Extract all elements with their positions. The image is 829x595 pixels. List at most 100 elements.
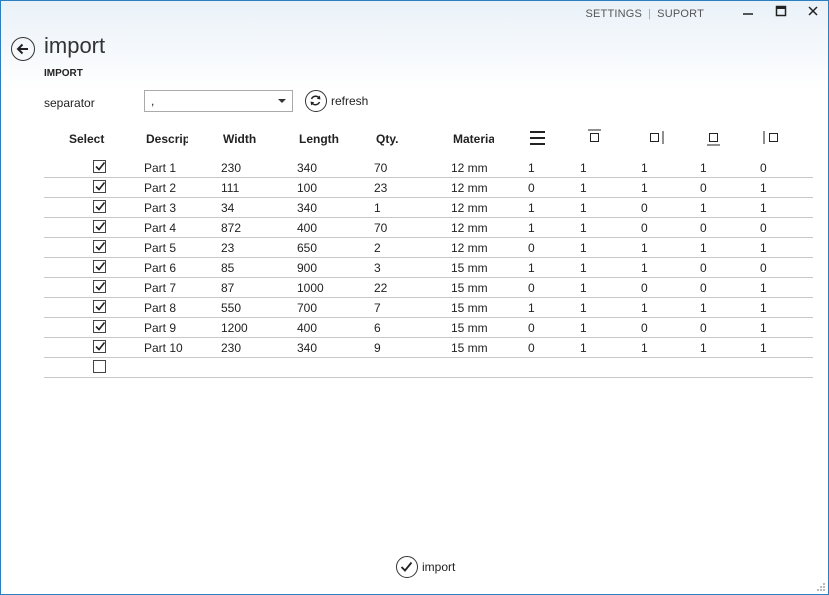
column-header-material[interactable]: Material <box>453 132 494 156</box>
cell-edge-left: 1 <box>760 241 767 255</box>
cell-edge-top: 1 <box>580 241 587 255</box>
cell-grain: 1 <box>528 161 535 175</box>
table-row[interactable]: Part 8 550 700 7 15 mm 1 1 1 1 1 <box>44 298 813 318</box>
cell-edge-left: 1 <box>760 341 767 355</box>
cell-qty: 1 <box>374 201 381 215</box>
table-row[interactable]: Part 7 87 1000 22 15 mm 0 1 0 0 1 <box>44 278 813 298</box>
separator-label: separator <box>44 96 95 110</box>
select-checkbox[interactable] <box>93 300 106 313</box>
checkmark-icon <box>95 182 106 191</box>
cell-material: 12 mm <box>451 241 488 255</box>
cell-length: 1000 <box>297 281 324 295</box>
cell-width: 550 <box>221 301 242 315</box>
cell-edge-left: 1 <box>760 321 767 335</box>
cell-grain: 0 <box>528 281 535 295</box>
select-checkbox[interactable] <box>93 280 106 293</box>
checkmark-icon <box>95 302 106 311</box>
table-row[interactable]: Part 3 34 340 1 12 mm 1 1 0 1 1 <box>44 198 813 218</box>
edge-left-icon[interactable] <box>762 127 782 151</box>
maximize-button[interactable] <box>766 5 796 25</box>
minimize-icon <box>743 13 753 15</box>
cell-grain: 1 <box>528 261 535 275</box>
cell-length: 400 <box>297 321 318 335</box>
cell-grain: 1 <box>528 221 535 235</box>
select-checkbox[interactable] <box>93 240 106 253</box>
select-checkbox[interactable] <box>93 340 106 353</box>
cell-material: 15 mm <box>451 281 488 295</box>
column-header-description[interactable]: Description <box>146 132 188 156</box>
arrow-left-icon <box>16 43 28 55</box>
cell-edge-bottom: 0 <box>700 261 707 275</box>
support-menu-link[interactable]: SUPORT <box>657 8 704 20</box>
section-title: IMPORT <box>44 68 83 79</box>
column-header-length[interactable]: Length <box>299 132 341 156</box>
cell-edge-bottom: 0 <box>700 321 707 335</box>
table-row[interactable]: Part 4 872 400 70 12 mm 1 1 0 0 0 <box>44 218 813 238</box>
select-checkbox[interactable] <box>93 260 106 273</box>
cell-material: 12 mm <box>451 201 488 215</box>
cell-description: Part 5 <box>144 241 177 255</box>
checkmark-icon <box>95 342 106 351</box>
separator-value: , <box>151 94 155 108</box>
top-menu: SETTINGS | SUPORT <box>585 8 704 20</box>
edge-top-icon[interactable] <box>587 127 603 151</box>
column-header-select[interactable]: Select <box>69 132 119 156</box>
cell-material: 15 mm <box>451 341 488 355</box>
back-button[interactable] <box>11 37 35 61</box>
cell-qty: 70 <box>374 221 388 235</box>
select-checkbox[interactable] <box>93 320 106 333</box>
cell-edge-top: 1 <box>580 221 587 235</box>
cell-grain: 0 <box>528 321 535 335</box>
cell-edge-right: 1 <box>641 261 648 275</box>
table-row[interactable]: Part 5 23 650 2 12 mm 0 1 1 1 1 <box>44 238 813 258</box>
cell-edge-left: 0 <box>760 261 767 275</box>
chevron-down-icon <box>278 99 286 103</box>
cell-edge-right: 0 <box>641 221 648 235</box>
select-checkbox[interactable] <box>93 180 106 193</box>
table-row[interactable]: Part 1 230 340 70 12 mm 1 1 1 1 0 <box>44 158 813 178</box>
select-checkbox[interactable] <box>93 160 106 173</box>
close-button[interactable] <box>798 5 828 25</box>
cell-edge-top: 1 <box>580 161 587 175</box>
table-row[interactable] <box>44 358 813 378</box>
cell-description: Part 7 <box>144 281 177 295</box>
checkmark-icon <box>95 242 106 251</box>
refresh-label: refresh <box>331 94 369 108</box>
cell-edge-bottom: 1 <box>700 201 707 215</box>
cell-length: 100 <box>297 181 318 195</box>
table-row[interactable]: Part 10 230 340 9 15 mm 0 1 1 1 1 <box>44 338 813 358</box>
cell-material: 12 mm <box>451 161 488 175</box>
cell-edge-top: 1 <box>580 261 587 275</box>
cell-length: 400 <box>297 221 318 235</box>
grain-direction-icon[interactable] <box>528 127 548 151</box>
select-checkbox[interactable] <box>93 200 106 213</box>
edge-right-icon[interactable] <box>648 127 666 151</box>
cell-material: 15 mm <box>451 261 488 275</box>
cell-material: 15 mm <box>451 321 488 335</box>
minimize-button[interactable] <box>733 5 763 25</box>
table-row[interactable]: Part 6 85 900 3 15 mm 1 1 1 0 0 <box>44 258 813 278</box>
checkmark-icon <box>95 322 106 331</box>
resize-grip-icon[interactable] <box>816 582 826 592</box>
cell-description: Part 4 <box>144 221 177 235</box>
settings-menu-link[interactable]: SETTINGS <box>585 8 642 20</box>
cell-length: 340 <box>297 201 318 215</box>
column-header-width[interactable]: Width <box>223 132 283 156</box>
separator-select[interactable]: , <box>144 90 293 112</box>
cell-edge-top: 1 <box>580 341 587 355</box>
cell-edge-left: 0 <box>760 161 767 175</box>
table-row[interactable]: Part 9 1200 400 6 15 mm 0 1 0 0 1 <box>44 318 813 338</box>
select-checkbox[interactable] <box>93 220 106 233</box>
cell-qty: 70 <box>374 161 388 175</box>
table-row[interactable]: Part 2 111 100 23 12 mm 0 1 1 0 1 <box>44 178 813 198</box>
cell-edge-left: 1 <box>760 281 767 295</box>
cell-length: 650 <box>297 241 318 255</box>
cell-width: 230 <box>221 341 242 355</box>
checkmark-icon <box>95 162 106 171</box>
column-header-qty[interactable]: Qty. <box>376 132 436 156</box>
cell-edge-left: 1 <box>760 201 767 215</box>
cell-qty: 22 <box>374 281 388 295</box>
cell-description: Part 9 <box>144 321 177 335</box>
select-checkbox[interactable] <box>93 360 106 373</box>
edge-bottom-icon[interactable] <box>706 127 722 151</box>
